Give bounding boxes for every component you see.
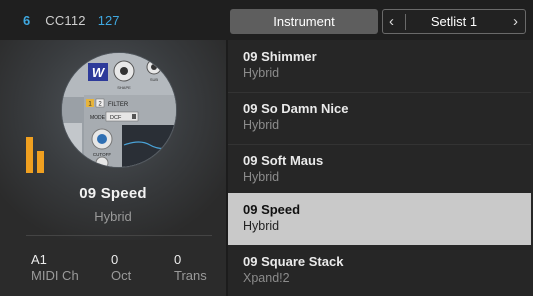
octave-label: Oct — [111, 268, 132, 283]
top-bar: 6 CC112 127 Instrument ‹ Setlist 1 › — [0, 0, 533, 40]
svg-text:MODE: MODE — [90, 115, 106, 121]
svg-text:DCF: DCF — [110, 115, 122, 121]
current-preset-type: Hybrid — [94, 209, 132, 224]
transpose-label: Trans — [174, 268, 207, 283]
midi-channel-stat[interactable]: A1 MIDI Ch — [31, 252, 79, 283]
list-item-selected[interactable]: 09 Speed Hybrid — [228, 193, 531, 245]
list-item-name: 09 Soft Maus — [243, 153, 324, 168]
list-item-name: 09 Speed — [243, 202, 301, 217]
chevron-left-icon[interactable]: ‹ — [389, 12, 394, 32]
current-instrument-panel: W SHAPE SUB 1 2 FILTER MODE DCF CUTOFF 0… — [0, 40, 226, 296]
transpose-value: 0 — [174, 252, 182, 267]
list-item-type: Hybrid — [243, 170, 280, 184]
tab-instrument[interactable]: Instrument — [230, 9, 378, 34]
list-item[interactable]: 09 Shimmer Hybrid — [228, 40, 531, 92]
instrument-artwork[interactable]: W SHAPE SUB 1 2 FILTER MODE DCF CUTOFF — [61, 52, 177, 168]
transpose-stat[interactable]: 0 Trans — [174, 252, 207, 283]
svg-text:SHAPE: SHAPE — [117, 85, 131, 90]
artwork-logo: W — [92, 65, 106, 80]
list-item-type: Hybrid — [243, 118, 280, 132]
midi-channel-value: A1 — [31, 252, 47, 267]
list-item-type: Hybrid — [243, 66, 280, 80]
list-item[interactable]: 09 So Damn Nice Hybrid — [228, 92, 531, 144]
list-item[interactable]: 09 Soft Maus Hybrid — [228, 144, 531, 196]
bars-icon — [26, 137, 44, 173]
setlist-label: Setlist 1 — [430, 14, 478, 29]
midi-channel-label: MIDI Ch — [31, 268, 79, 283]
svg-text:FILTER: FILTER — [108, 102, 129, 108]
list-item-name: 09 Square Stack — [243, 254, 344, 269]
svg-text:CUTOFF: CUTOFF — [93, 152, 111, 157]
setlist-selector[interactable]: ‹ Setlist 1 › — [382, 9, 526, 34]
svg-text:SUB: SUB — [150, 77, 159, 82]
setlist-divider — [405, 14, 406, 30]
divider — [26, 235, 212, 236]
list-item[interactable]: 09 Square Stack Xpand!2 — [228, 245, 531, 296]
octave-stat[interactable]: 0 Oct — [111, 252, 131, 283]
list-item-type: Hybrid — [243, 219, 280, 233]
list-item-type: Xpand!2 — [243, 271, 290, 285]
chevron-right-icon[interactable]: › — [513, 12, 518, 32]
current-preset-name: 09 Speed — [79, 185, 147, 202]
midi-status: 6 CC112 127 — [0, 0, 226, 40]
preset-list[interactable]: 09 Shimmer Hybrid 09 So Damn Nice Hybrid… — [228, 40, 533, 296]
list-item-name: 09 Shimmer — [243, 49, 317, 64]
cc-number[interactable]: CC112 — [45, 13, 86, 28]
octave-value: 0 — [111, 252, 119, 267]
cc-value[interactable]: 127 — [98, 13, 120, 28]
midi-channel[interactable]: 6 — [23, 13, 30, 28]
list-item-name: 09 So Damn Nice — [243, 101, 349, 116]
tab-instrument-label: Instrument — [273, 14, 335, 29]
